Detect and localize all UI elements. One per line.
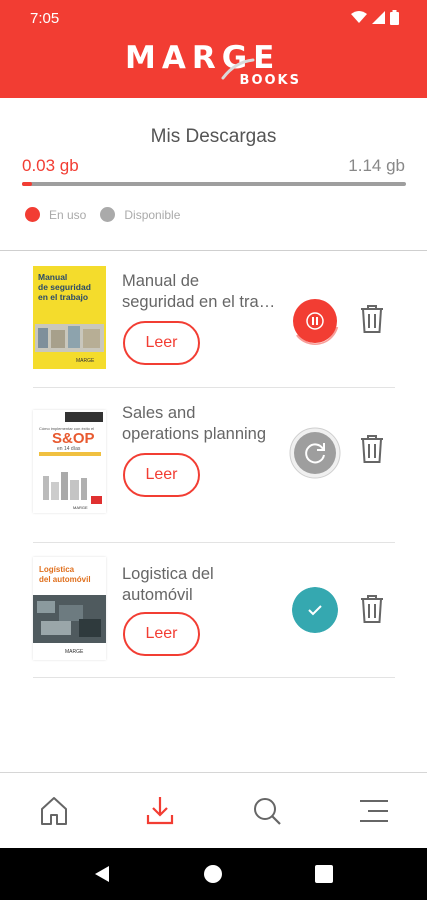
legend-used-label: En uso: [49, 207, 87, 222]
legend-available-label: Disponible: [124, 207, 181, 222]
book-cover[interactable]: Manual de seguridad en el trabajo MARGE: [33, 266, 106, 369]
storage-total: 1.14 gb: [348, 156, 405, 175]
cover-publisher: MARGE: [65, 649, 84, 655]
book-title-line: automóvil: [122, 586, 193, 604]
book-cover[interactable]: Logística del automóvil MARGE: [33, 557, 106, 660]
read-button[interactable]: Leer: [123, 612, 200, 656]
section-divider: [0, 250, 427, 251]
system-navigation-bar: [0, 848, 427, 900]
cover-line: Manual: [38, 272, 68, 282]
bottom-navigation: [0, 772, 427, 848]
legend-used-dot: [25, 207, 40, 222]
home-icon[interactable]: [36, 793, 72, 829]
battery-icon: [390, 10, 399, 25]
recents-icon[interactable]: [315, 865, 333, 883]
logo-sub-text: BOOKS: [239, 73, 301, 88]
read-button[interactable]: Leer: [123, 453, 200, 497]
cover-title: S&OP: [52, 430, 95, 447]
row-divider: [33, 387, 395, 388]
signal-icon: [372, 11, 385, 24]
status-icons: [351, 10, 399, 25]
storage-used: 0.03 gb: [22, 156, 79, 175]
home-nav-icon[interactable]: [203, 864, 223, 884]
logo-main-text: MARGE: [125, 40, 281, 76]
trash-icon[interactable]: [358, 303, 386, 335]
pending-download-button[interactable]: [289, 427, 341, 479]
pause-download-button[interactable]: [291, 297, 339, 345]
download-icon[interactable]: [142, 793, 178, 829]
storage-progress-fill: [22, 182, 32, 186]
cover-publisher: MARGE: [76, 358, 95, 364]
app-header: 7:05 MARGE BOOKS: [0, 0, 427, 98]
legend-available: Disponible: [100, 207, 180, 222]
wifi-icon: [351, 11, 367, 23]
book-title-line: operations planning: [122, 425, 267, 443]
book-title: Sales and operations planning: [122, 403, 277, 445]
storage-progress-bar: [22, 182, 406, 186]
cover-line: en el trabajo: [38, 292, 89, 302]
page-title: Mis Descargas: [150, 126, 277, 147]
status-time: 7:05: [30, 10, 60, 27]
cover-line: Logística: [39, 565, 75, 574]
book-title: Manual de seguridad en el trabajo: [122, 271, 277, 313]
cover-publisher: MARGE: [73, 505, 88, 510]
legend-used: En uso: [25, 207, 86, 222]
marge-books-logo: MARGE BOOKS: [125, 40, 305, 92]
menu-icon[interactable]: [356, 793, 392, 829]
book-title-line: Logistica del: [122, 565, 214, 583]
back-icon[interactable]: [92, 864, 112, 884]
status-bar: 7:05: [0, 0, 427, 34]
book-title: Logistica del automóvil: [122, 564, 277, 606]
cover-line: del automóvil: [39, 575, 91, 584]
row-divider: [33, 542, 395, 543]
read-button[interactable]: Leer: [123, 321, 200, 365]
book-title-line: Manual de: [122, 272, 200, 290]
book-cover[interactable]: Cómo implementar con éxito el S&OP en 14…: [33, 410, 106, 513]
row-divider: [33, 677, 395, 678]
book-title-line: seguridad en el trabajo: [122, 293, 277, 311]
downloaded-check-button[interactable]: [292, 587, 338, 633]
storage-legend: En uso Disponible: [25, 207, 194, 222]
cover-line: en 14 días: [57, 446, 81, 452]
trash-icon[interactable]: [358, 593, 386, 625]
cover-title: Logística del automóvil: [39, 565, 91, 585]
cover-title: Manual de seguridad en el trabajo: [38, 272, 91, 302]
legend-available-dot: [100, 207, 116, 222]
search-icon[interactable]: [249, 793, 285, 829]
cover-line: de seguridad: [38, 282, 91, 292]
trash-icon[interactable]: [358, 433, 386, 465]
book-title-line: Sales and: [122, 404, 196, 422]
